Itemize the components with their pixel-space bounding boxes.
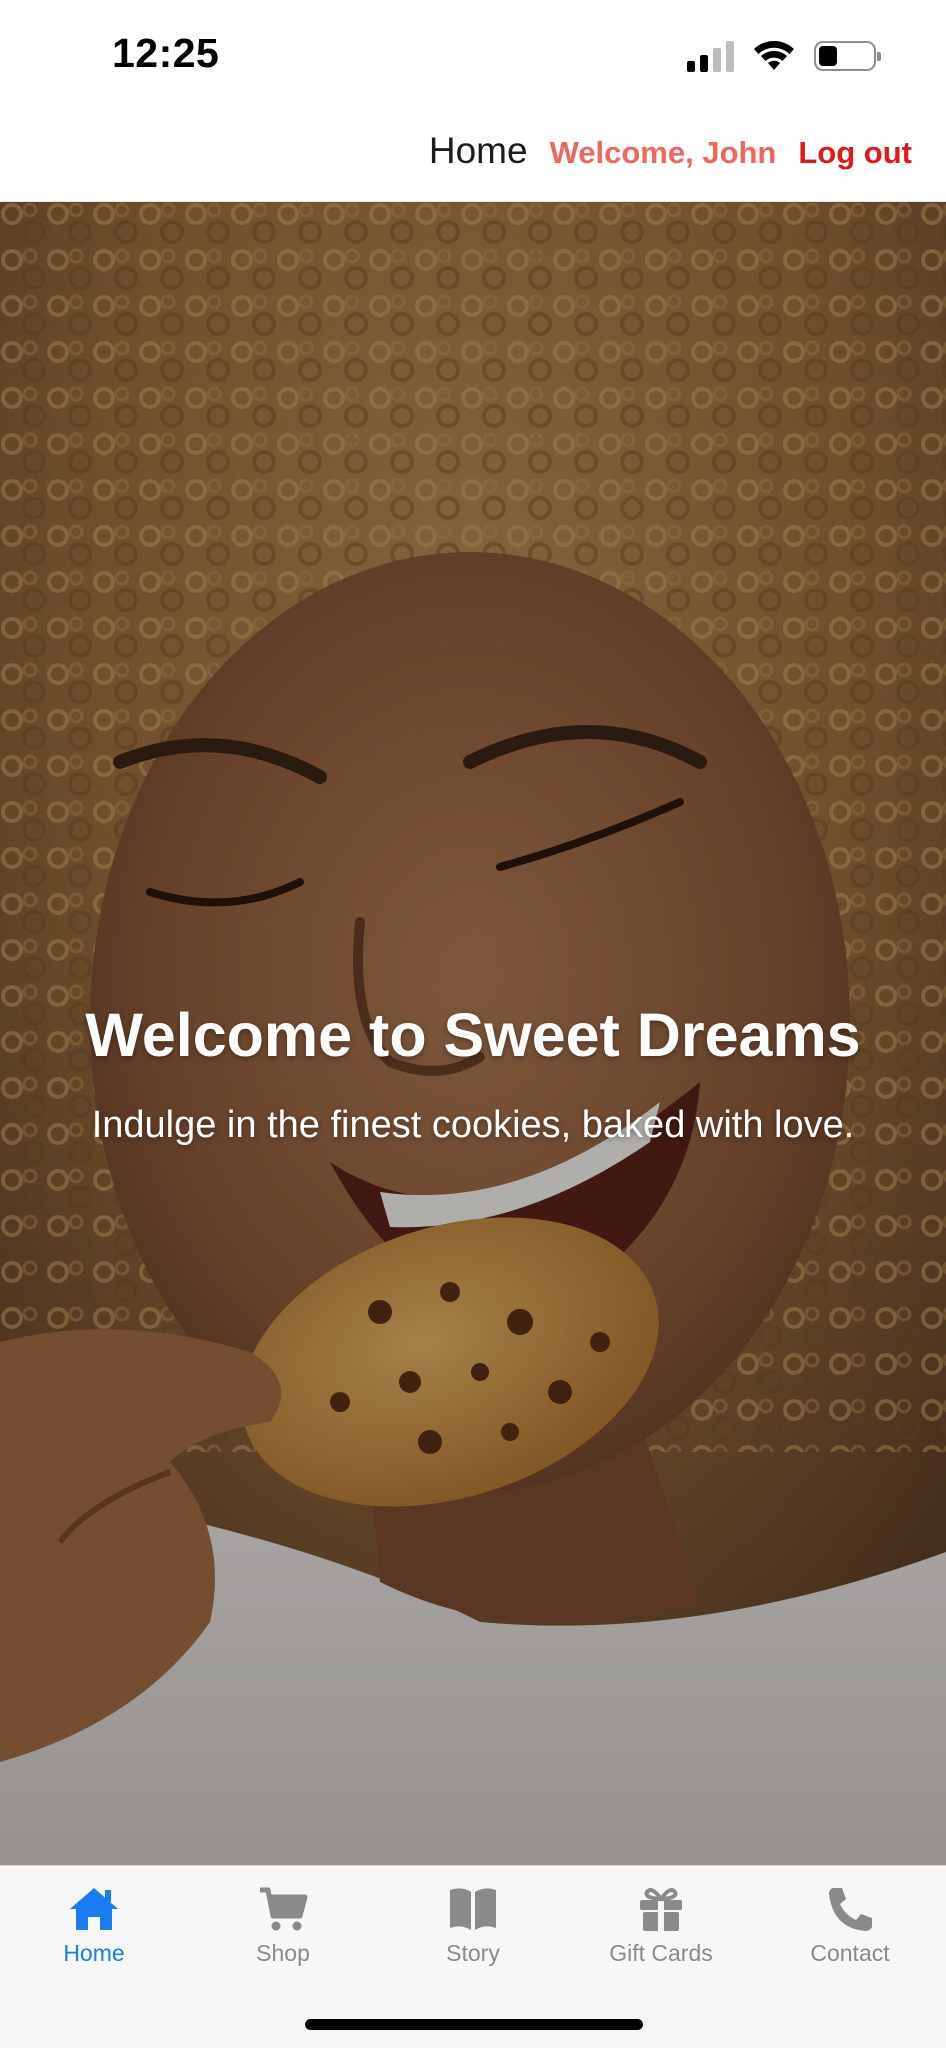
tab-label: Home <box>63 1940 125 1966</box>
house-icon <box>70 1888 118 1930</box>
top-nav-links: Home Welcome, John Log out <box>429 130 912 172</box>
cart-icon <box>260 1887 308 1931</box>
gift-icon <box>640 1888 682 1931</box>
cellular-signal-icon <box>687 40 734 72</box>
tab-gift-cards[interactable]: Gift Cards <box>586 1884 736 1967</box>
welcome-user-text: Welcome, John <box>549 135 777 170</box>
tab-contact[interactable]: Contact <box>775 1884 925 1967</box>
phone-icon <box>829 1888 872 1931</box>
tab-label: Gift Cards <box>609 1940 713 1966</box>
book-icon <box>450 1888 496 1930</box>
top-navigation-bar: Home Welcome, John Log out <box>0 110 946 202</box>
nav-home-link[interactable]: Home <box>429 130 528 172</box>
logout-link[interactable]: Log out <box>798 135 912 171</box>
tab-label: Contact <box>810 1940 890 1966</box>
status-bar: 12:25 <box>0 0 946 110</box>
hero-subtitle: Indulge in the finest cookies, baked wit… <box>91 1104 855 1147</box>
tab-story[interactable]: Story <box>398 1884 548 1967</box>
status-time: 12:25 <box>112 30 220 76</box>
tab-shop[interactable]: Shop <box>208 1884 358 1967</box>
tab-label: Shop <box>256 1940 310 1966</box>
hero-title: Welcome to Sweet Dreams <box>85 1001 861 1069</box>
wifi-icon <box>754 41 794 70</box>
battery-level-fill <box>819 46 837 66</box>
hero-section: Welcome to Sweet Dreams Indulge in the f… <box>0 202 946 1865</box>
status-icons <box>687 38 881 74</box>
home-indicator[interactable] <box>305 2019 643 2030</box>
hero-text-block: Welcome to Sweet Dreams Indulge in the f… <box>0 1001 946 1149</box>
battery-icon <box>814 41 881 71</box>
tab-home[interactable]: Home <box>19 1884 169 1967</box>
tab-label: Story <box>446 1940 500 1966</box>
